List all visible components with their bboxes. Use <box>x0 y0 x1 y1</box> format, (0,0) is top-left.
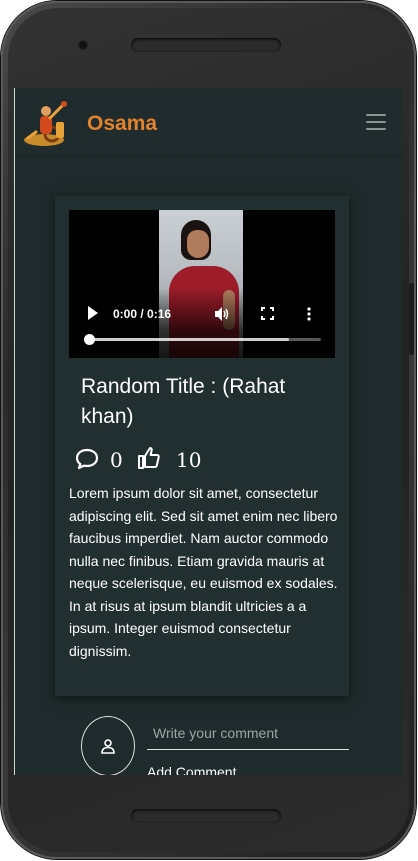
video-player[interactable]: 0:00 / 0:16 <box>69 210 335 358</box>
comment-form: Add Comment <box>81 716 353 775</box>
play-icon[interactable] <box>87 306 99 320</box>
post-card: 0:00 / 0:16 Random Title: (Rahat khan) … <box>55 196 349 696</box>
post-body: Lorem ipsum dolor sit amet, consectetur … <box>69 485 338 659</box>
user-avatar <box>81 716 135 775</box>
comment-input[interactable] <box>147 716 349 750</box>
user-icon <box>101 739 115 754</box>
volume-icon[interactable] <box>215 307 231 321</box>
video-scrubber-thumb[interactable] <box>84 334 95 345</box>
add-comment-button[interactable]: Add Comment <box>147 764 236 775</box>
video-progress-bar[interactable] <box>84 334 321 345</box>
hamburger-menu-icon[interactable] <box>366 114 386 130</box>
comments-count: 0 <box>110 448 123 472</box>
post-stats: 0 10 <box>75 446 315 474</box>
more-options-icon[interactable] <box>307 307 311 321</box>
video-time: 0:00 / 0:16 <box>113 307 172 321</box>
app-screen: Osama 0:00 / 0:16 Random Title: (Rahat … <box>14 88 402 775</box>
front-camera <box>78 40 88 50</box>
post-title: Random Title : (Rahat khan) <box>81 375 286 428</box>
brand-name[interactable]: Osama <box>87 112 157 136</box>
power-button <box>409 283 414 355</box>
navbar: Osama <box>15 88 402 156</box>
comment-icon[interactable] <box>75 448 99 470</box>
earpiece-speaker <box>131 38 281 52</box>
bottom-speaker <box>131 809 281 823</box>
cyclist-logo-icon[interactable] <box>22 98 74 148</box>
video-buffer-bar <box>89 338 289 341</box>
fullscreen-icon[interactable] <box>261 307 274 320</box>
thumbs-up-icon[interactable] <box>137 446 161 470</box>
likes-count: 10 <box>176 448 202 472</box>
